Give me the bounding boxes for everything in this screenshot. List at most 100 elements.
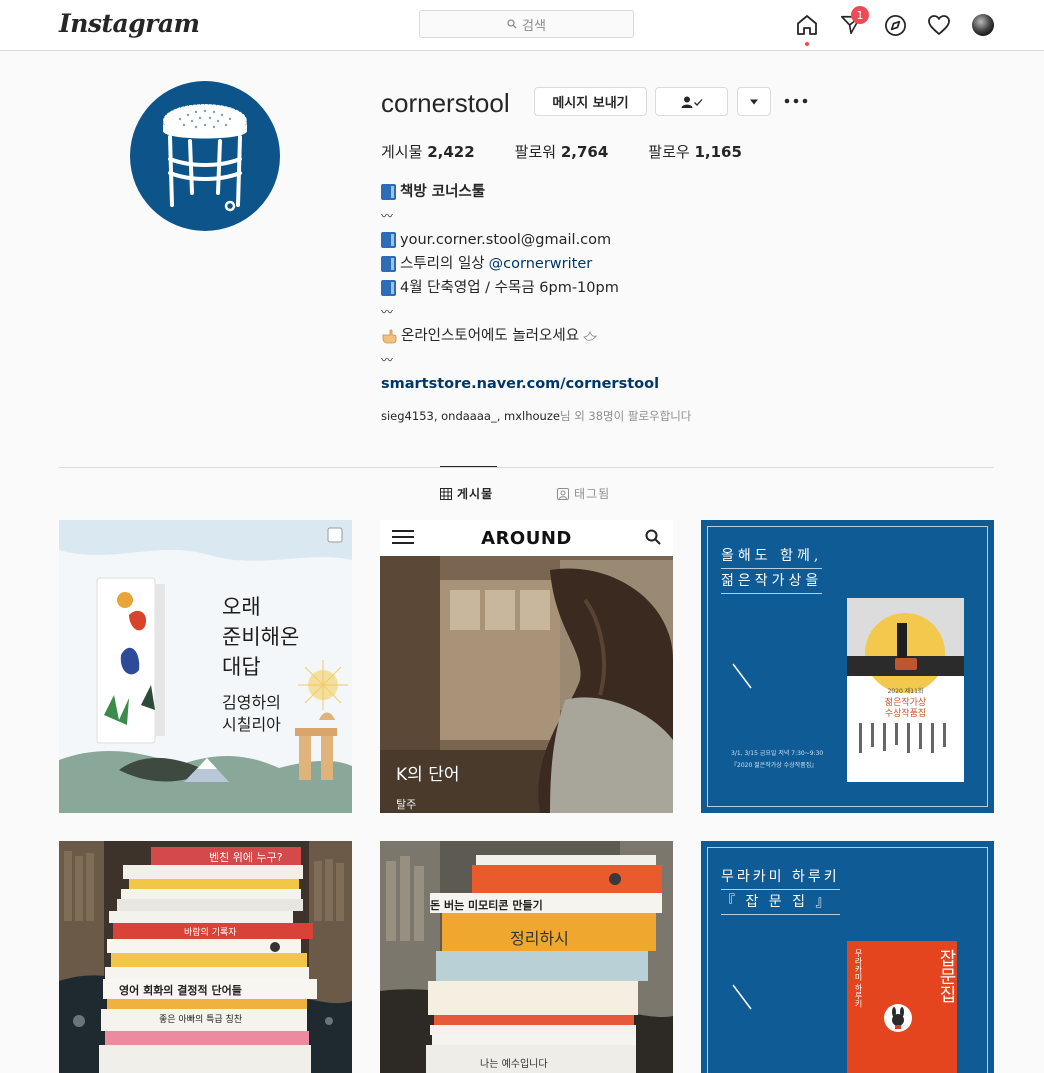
nav-icons: 1 [794,6,1004,46]
multi-image-icon [327,527,343,543]
post6-book-author: 무라카미 하루키 [854,949,863,1008]
post-thumbnail[interactable]: 올해도 함께, 젊은작가상을 2020 제11회 젊은작가상 수상작품집 3/1… [701,520,994,813]
following-count[interactable]: 팔로우 1,165 [648,141,742,162]
direct-message-icon[interactable]: 1 [838,6,869,38]
tab-tagged-label: 태그됨 [574,487,611,501]
slash-mark [732,984,752,1010]
dove-icon [583,330,598,341]
post3-book-line1: 2020 제11회 [887,688,924,695]
wavy-dash: 〰 [381,305,393,319]
stat-label: 팔로워 [514,143,557,161]
post6-title: 무라카미 하루키 『 잡 문 집 』 [721,865,840,915]
profile-avatar[interactable] [130,81,280,231]
search-input[interactable]: 검색 [419,10,634,38]
post3-footer: 3/1, 3/15 금요일 저녁 7:30~9:30 『2020 젊은작가상 수… [731,748,823,772]
post4-book2: 바람의 기록자 [184,928,237,938]
post2-caption: K의 단어 [396,765,460,785]
active-page-dot [805,42,809,46]
post3-book-cover: 2020 제11회 젊은작가상 수상작품집 [847,598,964,782]
post-thumbnail[interactable]: 벤친 위에 누구? 바람의 기록자 영어 회화의 결정적 단어들 좋은 아빠의 … [59,841,352,1073]
stat-value: 1,165 [694,143,742,161]
bio-hours-line: 4월 단축영업 / 수목금 6pm-10pm [381,276,841,300]
stat-value: 2,764 [560,143,609,161]
bio-store-line: 온라인스토어에도 놀러오세요 [381,324,841,348]
post3-book-line3: 수상작품집 [884,709,927,719]
post-thumbnail[interactable]: 돈 버는 미모티콘 만들기 정리하시 나는 예수입니다 [380,841,673,1073]
post6-book-cover: 잡문집 무라카미 하루키 [847,941,957,1073]
followed-by[interactable]: sieg4153, ondaaaa_, mxlhouze님 외 38명이 팔로우… [381,408,691,424]
suggested-dropdown-button[interactable] [737,87,771,116]
followers-count[interactable]: 팔로워 2,764 [515,141,609,162]
caret-down-icon [750,99,758,104]
wavy-dash: 〰 [381,353,393,367]
stat-label: 팔로우 [648,143,690,161]
post5-book2: 정리하시 [510,929,569,948]
top-nav: Instagram 검색 1 [0,0,1044,51]
bio-link-line: smartstore.naver.com/cornerstool [381,372,841,396]
instagram-logo[interactable]: Instagram [59,9,200,38]
post4-book4: 좋은 아빠의 특급 칭찬 [159,1015,243,1025]
post-thumbnail[interactable]: 오래 준비해온 대답 김영하의 시칠리아 [59,520,352,813]
following-button[interactable] [655,87,728,116]
blue-book-icon [381,256,396,272]
heart-activity-icon[interactable] [926,12,952,38]
blue-book-icon [381,184,396,200]
post-thumbnail[interactable]: AROUND K의 단어 탈주 [380,520,673,813]
stat-label: 게시물 [381,143,423,161]
post4-book1: 벤친 위에 누구? [209,851,283,864]
profile-avatar-icon[interactable] [970,12,996,38]
bio-email-line: your.corner.stool@gmail.com [381,228,841,252]
grid-icon [440,487,452,500]
post3-title-line1: 올해도 함께, [721,544,823,569]
post6-title-line1: 무라카미 하루키 [721,865,840,890]
around-logo: AROUND [481,528,572,549]
followed-by-names: sieg4153, ondaaaa_, mxlhouze [381,409,560,423]
bio-email: your.corner.stool@gmail.com [400,232,612,248]
post3-title-line2: 젊은작가상을 [721,569,823,594]
home-icon[interactable] [794,12,820,46]
post1-subtitle: 김영하의 시칠리아 [222,692,281,736]
post6-title-line2: 『 잡 문 집 』 [721,890,840,915]
stat-value: 2,422 [427,143,475,161]
bio-store-note: 온라인스토어에도 놀러오세요 [401,328,580,344]
post2-small-caption: 탈주 [396,798,417,811]
rabbit-illustration-icon [884,1004,912,1032]
post-thumbnail[interactable]: 무라카미 하루키 『 잡 문 집 』 잡문집 무라카미 하루키 [701,841,994,1073]
bio-external-link[interactable]: smartstore.naver.com/cornerstool [381,372,659,396]
followed-by-suffix: 님 외 38명이 팔로우합니다 [559,409,692,423]
book-author-list [859,723,946,753]
slash-mark [732,663,752,689]
post3-footer-line2: 『2020 젊은작가상 수상작품집』 [731,762,818,769]
tab-tagged[interactable]: 태그됨 [557,485,610,502]
tab-posts[interactable]: 게시물 [440,485,493,502]
notification-badge: 1 [851,6,869,24]
explore-compass-icon[interactable] [882,12,908,38]
search-icon [507,19,517,29]
post-image [59,520,352,813]
bio-hours: 4월 단축영업 / 수목금 6pm-10pm [400,280,619,296]
tabs-divider [59,467,994,468]
around-header-bar: AROUND [380,520,673,556]
blue-book-icon [381,280,396,296]
blue-book-icon [381,232,396,248]
post4-book3: 영어 회화의 결정적 단어들 [119,984,242,997]
profile-username: cornerstool [381,88,510,118]
profile-bio: 책방 코너스툴 〰 your.corner.stool@gmail.com 스투… [381,180,841,396]
user-check-icon [681,96,702,108]
bio-mention-link[interactable]: @cornerwriter [489,252,593,276]
send-message-button[interactable]: 메시지 보내기 [534,87,647,116]
more-options-icon[interactable] [784,89,808,113]
bio-daily: 스투리의 일상 [400,256,485,272]
active-tab-indicator [440,466,497,467]
profile-stats: 게시물 2,422 팔로워 2,764 팔로우 1,165 [381,141,782,162]
search-placeholder: 검색 [522,18,546,34]
search-icon [645,529,661,545]
bio-daily-line: 스투리의 일상 @cornerwriter [381,252,841,276]
pointing-hand-icon [382,329,397,344]
bio-name-line: 책방 코너스툴 [381,180,841,204]
post5-book3: 나는 예수입니다 [480,1059,548,1070]
post-image [59,841,352,1073]
stool-logo-icon [162,103,248,212]
post3-title: 올해도 함께, 젊은작가상을 [721,544,823,594]
post6-book-title: 잡문집 [936,949,957,1003]
